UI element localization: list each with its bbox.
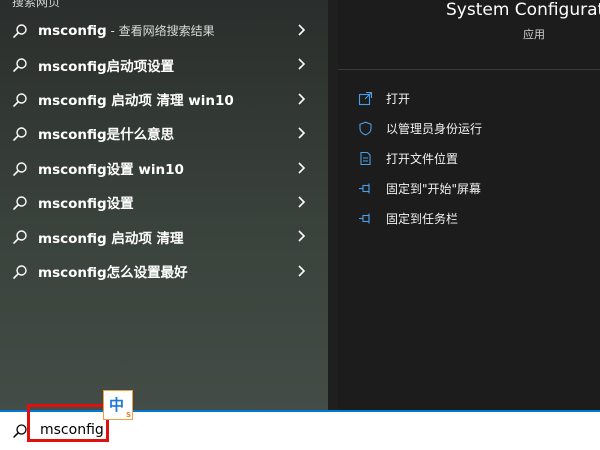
pin-icon — [359, 213, 370, 223]
shield-icon — [359, 121, 372, 135]
chevron-right-icon[interactable] — [296, 57, 308, 71]
search-icon — [13, 127, 27, 141]
suggestion-label: msconfig 启动项 清理 — [38, 230, 184, 247]
suggestions-panel: 搜索网页 msconfig - 查看网络搜索结果 msconfig启动项设置 m… — [0, 0, 328, 410]
action-label: 固定到任务栏 — [386, 211, 459, 226]
suggestion-label: msconfig 启动项 清理 win10 — [38, 92, 234, 109]
ime-indicator[interactable]: 中 S — [103, 390, 133, 420]
action-open[interactable]: 打开 — [358, 88, 410, 108]
suggestion-item[interactable]: msconfig 启动项 清理 win10 — [0, 82, 328, 116]
app-detail-panel: System Configurati 应用 打开 以管理员身份运行 打开文件位置… — [338, 0, 600, 410]
ime-mode-label: 中 — [109, 396, 125, 414]
suggestion-label: msconfig设置 — [38, 196, 134, 213]
suggestion-label: msconfig设置 win10 — [38, 161, 184, 178]
divider — [338, 69, 600, 70]
suggestion-item[interactable]: msconfig启动项设置 — [0, 47, 328, 81]
search-icon — [13, 161, 27, 176]
search-icon — [13, 93, 27, 107]
suggestion-item[interactable]: msconfig是什么意思 — [0, 116, 328, 150]
chevron-right-icon[interactable] — [296, 92, 308, 106]
action-pin-to-taskbar[interactable]: 固定到任务栏 — [358, 208, 458, 228]
chevron-right-icon[interactable] — [296, 264, 308, 278]
search-icon — [13, 58, 27, 73]
open-icon — [358, 91, 373, 105]
file-location-icon — [360, 151, 371, 165]
chevron-right-icon[interactable] — [296, 23, 308, 37]
chevron-right-icon[interactable] — [296, 161, 308, 175]
action-label: 以管理员身份运行 — [386, 121, 483, 136]
suggestion-item[interactable]: msconfig设置 — [0, 185, 328, 219]
chevron-right-icon[interactable] — [296, 229, 308, 243]
search-icon — [13, 424, 27, 438]
suggestion-item[interactable]: msconfig 启动项 清理 — [0, 219, 328, 253]
suggestion-label: msconfig是什么意思 — [38, 127, 175, 144]
search-icon — [13, 265, 27, 279]
ime-sub-label: S — [125, 411, 131, 419]
action-label: 固定到"开始"屏幕 — [386, 181, 482, 196]
action-label: 打开文件位置 — [386, 151, 459, 166]
suggestion-item[interactable]: msconfig设置 win10 — [0, 151, 328, 185]
highlight-annotation — [27, 404, 109, 442]
action-label: 打开 — [386, 91, 411, 106]
section-header: 搜索网页 — [12, 0, 61, 9]
app-title: System Configurati — [446, 0, 600, 20]
suggestion-subtext: - 查看网络搜索结果 — [106, 23, 215, 38]
search-icon — [13, 230, 27, 245]
app-subtitle: 应用 — [523, 28, 545, 41]
suggestion-label: msconfig怎么设置最好 — [38, 264, 188, 281]
suggestion-label: msconfig启动项设置 — [38, 58, 175, 75]
suggestion-label: msconfig - 查看网络搜索结果 — [38, 22, 215, 39]
search-icon — [13, 196, 27, 210]
chevron-right-icon[interactable] — [296, 126, 308, 140]
action-run-as-admin[interactable]: 以管理员身份运行 — [358, 118, 482, 138]
pin-icon — [359, 183, 370, 193]
action-open-file-location[interactable]: 打开文件位置 — [358, 148, 458, 168]
suggestion-item[interactable]: msconfig怎么设置最好 — [0, 254, 328, 288]
search-icon — [13, 24, 27, 38]
suggestion-main-text: msconfig — [38, 22, 107, 39]
chevron-right-icon[interactable] — [296, 195, 308, 209]
suggestion-item[interactable]: msconfig - 查看网络搜索结果 — [0, 13, 328, 47]
suggestion-list: msconfig - 查看网络搜索结果 msconfig启动项设置 msconf… — [0, 13, 328, 288]
action-pin-to-start[interactable]: 固定到"开始"屏幕 — [358, 178, 481, 198]
